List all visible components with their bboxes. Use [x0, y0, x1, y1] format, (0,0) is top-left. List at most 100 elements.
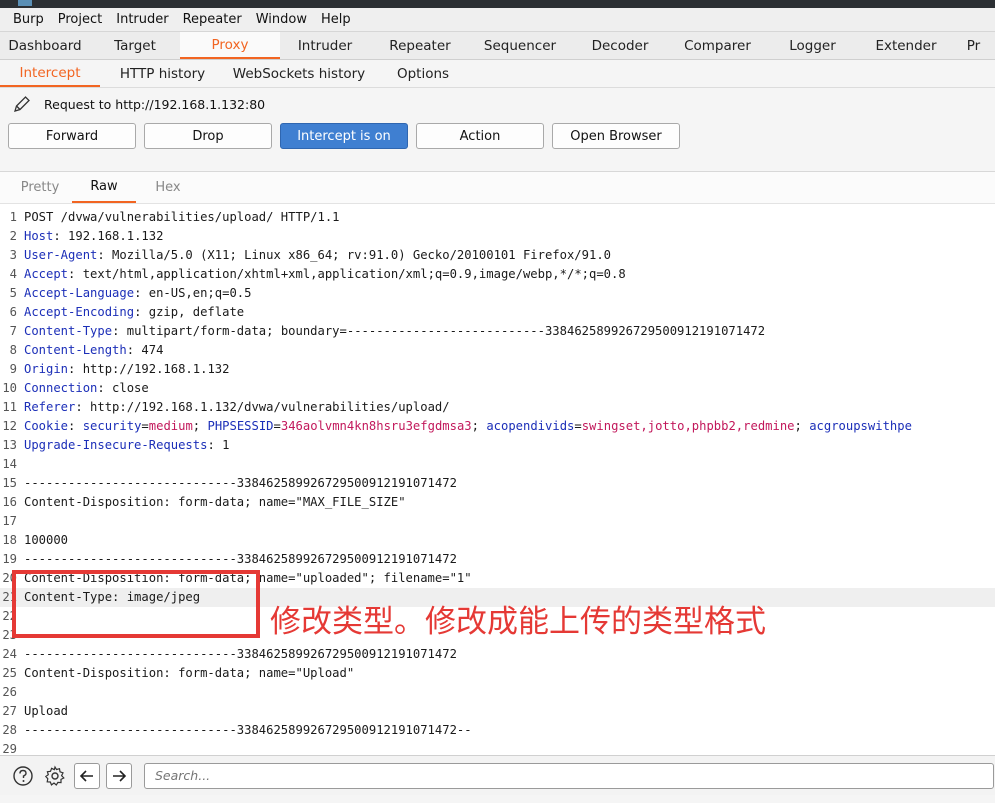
line-number: 25	[2, 666, 17, 680]
line-text: Cookie: security=medium; PHPSESSID=346ao…	[24, 419, 912, 433]
drop-button[interactable]: Drop	[144, 123, 272, 149]
intercept-toggle-button[interactable]: Intercept is on	[280, 123, 408, 149]
tab-comparer[interactable]: Comparer	[670, 32, 765, 59]
code-line: 19 -----------------------------338462589…	[0, 550, 995, 569]
line-text: Host: 192.168.1.132	[24, 229, 164, 243]
tab-repeater[interactable]: Repeater	[370, 32, 470, 59]
menu-window[interactable]: Window	[249, 12, 314, 27]
tab-sequencer[interactable]: Sequencer	[470, 32, 570, 59]
search-input[interactable]	[144, 762, 994, 789]
line-number: 7	[9, 324, 17, 338]
tab-logger[interactable]: Logger	[765, 32, 860, 59]
editor-tab-hex[interactable]: Hex	[136, 172, 200, 203]
tab-proxy[interactable]: Proxy	[180, 32, 280, 59]
line-text: -----------------------------33846258992…	[24, 647, 457, 661]
code-line: 11 Referer: http://192.168.1.132/dvwa/vul…	[0, 398, 995, 417]
line-text: -----------------------------33846258992…	[24, 723, 472, 737]
subtab-options[interactable]: Options	[373, 60, 473, 87]
subtab-websockets-history[interactable]: WebSockets history	[225, 60, 373, 87]
line-number: 1	[9, 210, 17, 224]
request-target-line: Request to http://192.168.1.132:80	[0, 88, 995, 120]
line-text: Content-Disposition: form-data; name="Up…	[24, 666, 355, 680]
line-number: 4	[9, 267, 17, 281]
subtab-intercept[interactable]: Intercept	[0, 60, 100, 87]
settings-icon[interactable]	[42, 763, 68, 789]
editor-footer	[0, 755, 995, 795]
help-icon[interactable]	[10, 763, 36, 789]
code-line: 26	[0, 683, 995, 702]
code-line: 3 User-Agent: Mozilla/5.0 (X11; Linux x86…	[0, 246, 995, 265]
code-line: 25 Content-Disposition: form-data; name="…	[0, 664, 995, 683]
editor-tab-pretty[interactable]: Pretty	[8, 172, 72, 203]
code-line: 12 Cookie: security=medium; PHPSESSID=346…	[0, 417, 995, 436]
annotation-text: 修改类型。修改成能上传的类型格式	[270, 604, 766, 640]
code-line: 2 Host: 192.168.1.132	[0, 227, 995, 246]
forward-arrow-icon[interactable]	[106, 762, 132, 789]
line-number: 10	[2, 381, 17, 395]
code-line: 16 Content-Disposition: form-data; name="…	[0, 493, 995, 512]
line-number: 8	[9, 343, 17, 357]
code-line: 27 Upload	[0, 702, 995, 721]
line-number: 5	[9, 286, 17, 300]
line-number: 2	[9, 229, 17, 243]
open-browser-button[interactable]: Open Browser	[552, 123, 680, 149]
tab-decoder[interactable]: Decoder	[570, 32, 670, 59]
code-line: 1 POST /dvwa/vulnerabilities/upload/ HTTP…	[0, 208, 995, 227]
request-target-label: Request to http://192.168.1.132:80	[44, 96, 266, 112]
line-number: 9	[9, 362, 17, 376]
line-text: Accept-Language: en-US,en;q=0.5	[24, 286, 252, 300]
menu-intruder[interactable]: Intruder	[109, 12, 175, 27]
line-text: -----------------------------33846258992…	[24, 552, 457, 566]
back-arrow-icon[interactable]	[74, 762, 100, 789]
line-number: 27	[2, 704, 17, 718]
subtab-http-history[interactable]: HTTP history	[100, 60, 225, 87]
line-number: 24	[2, 647, 17, 661]
code-line: 14	[0, 455, 995, 474]
main-tabs: Dashboard Target Proxy Intruder Repeater Sequ…	[0, 32, 995, 60]
code-line: 15 -----------------------------338462589…	[0, 474, 995, 493]
line-text: Referer: http://192.168.1.132/dvwa/vulne…	[24, 400, 450, 414]
code-line: 4 Accept: text/html,application/xhtml+xml…	[0, 265, 995, 284]
line-number: 28	[2, 723, 17, 737]
line-number: 26	[2, 685, 17, 699]
line-number: 6	[9, 305, 17, 319]
code-line: 24 -----------------------------338462589…	[0, 645, 995, 664]
code-line: 5 Accept-Language: en-US,en;q=0.5	[0, 284, 995, 303]
line-number: 12	[2, 419, 17, 433]
line-text: Origin: http://192.168.1.132	[24, 362, 230, 376]
code-line: 10 Connection: close	[0, 379, 995, 398]
line-text: Accept-Encoding: gzip, deflate	[24, 305, 245, 319]
code-line: 6 Accept-Encoding: gzip, deflate	[0, 303, 995, 322]
line-number: 11	[2, 400, 17, 414]
menu-repeater[interactable]: Repeater	[176, 12, 249, 27]
line-number: 18	[2, 533, 17, 547]
menu-burp[interactable]: Burp	[6, 12, 51, 27]
tab-target[interactable]: Target	[90, 32, 180, 59]
action-button[interactable]: Action	[416, 123, 544, 149]
pencil-icon[interactable]	[12, 94, 32, 114]
message-editor: Pretty Raw Hex 1 POST /dvwa/vulnerabilities…	[0, 171, 995, 756]
code-line: 7 Content-Type: multipart/form-data; boun…	[0, 322, 995, 341]
line-text: User-Agent: Mozilla/5.0 (X11; Linux x86_…	[24, 248, 611, 262]
proxy-tabs: Intercept HTTP history WebSockets history O…	[0, 60, 995, 88]
line-number: 15	[2, 476, 17, 490]
tab-intruder[interactable]: Intruder	[280, 32, 370, 59]
menu-project[interactable]: Project	[51, 12, 109, 27]
tab-pr[interactable]: Pr	[952, 32, 995, 59]
line-number: 3	[9, 248, 17, 262]
code-line: 13 Upgrade-Insecure-Requests: 1	[0, 436, 995, 455]
editor-tab-raw[interactable]: Raw	[72, 172, 136, 203]
window-title-strip	[0, 0, 995, 8]
line-text: Content-Length: 474	[24, 343, 164, 357]
code-line: 18 100000	[0, 531, 995, 550]
menu-help[interactable]: Help	[314, 12, 358, 27]
tab-extender[interactable]: Extender	[860, 32, 952, 59]
annotation-highlight-box	[12, 570, 260, 638]
line-text: -----------------------------33846258992…	[24, 476, 457, 490]
raw-request-text[interactable]: 1 POST /dvwa/vulnerabilities/upload/ HTTP…	[0, 208, 995, 759]
forward-button[interactable]: Forward	[8, 123, 136, 149]
line-number: 13	[2, 438, 17, 452]
code-line: 28 -----------------------------338462589…	[0, 721, 995, 740]
tab-dashboard[interactable]: Dashboard	[0, 32, 90, 59]
code-line: 8 Content-Length: 474	[0, 341, 995, 360]
